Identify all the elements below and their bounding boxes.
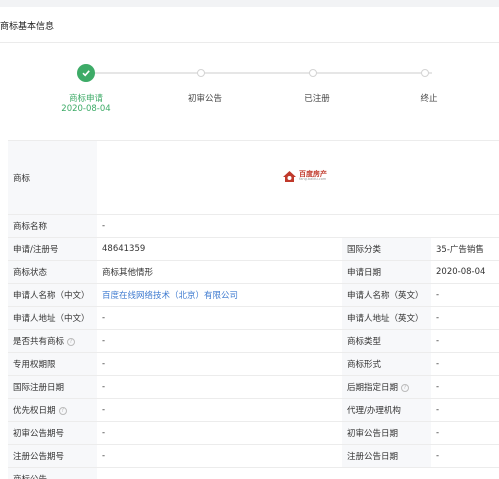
mark-type-value: - xyxy=(431,329,499,353)
title-divider xyxy=(0,42,499,43)
agent-label: 代理/办理机构 xyxy=(342,398,431,422)
progress-steps: 商标申请 2020-08-04 初审公告 已注册 终止 xyxy=(0,62,499,122)
section-title: 商标基本信息 xyxy=(0,22,55,32)
table-row: 是否共有商标? - 商标类型 - xyxy=(8,329,499,353)
agent-value: - xyxy=(431,398,499,422)
reg-pub-no-value: - xyxy=(97,444,342,468)
mark-type-label: 商标类型 xyxy=(342,329,431,353)
intl-class-label: 国际分类 xyxy=(342,237,431,261)
status-value: 商标其他情形 xyxy=(97,260,342,284)
help-icon[interactable]: ? xyxy=(67,337,76,346)
intl-class-value: 35-广告销售 xyxy=(431,237,499,261)
shared-label-text: 是否共有商标 xyxy=(13,337,65,347)
top-bar xyxy=(0,0,499,7)
exclusive-period-value: - xyxy=(97,352,342,376)
table-row: 商标名称 - xyxy=(8,214,499,238)
reg-pub-date-label: 注册公告日期 xyxy=(342,444,431,468)
help-icon[interactable]: ? xyxy=(58,406,67,415)
table-row: 商标状态 商标其他情形 申请日期 2020-08-04 xyxy=(8,260,499,284)
help-icon[interactable]: ? xyxy=(401,383,410,392)
priority-date-label: 优先权日期? xyxy=(8,398,97,422)
partial-row-value xyxy=(97,467,499,479)
address-en-label: 申请人地址（英文） xyxy=(342,306,431,330)
later-designation-label-text: 后期指定日期 xyxy=(347,383,399,393)
reg-no-value: 48641359 xyxy=(97,237,342,261)
table-row: 国际注册日期 - 后期指定日期? - xyxy=(8,375,499,399)
intl-reg-date-label: 国际注册日期 xyxy=(8,375,97,399)
exclusive-period-label: 专用权期限 xyxy=(8,352,97,376)
step-label-4: 终止 xyxy=(420,94,438,104)
mark-form-label: 商标形式 xyxy=(342,352,431,376)
applicant-cn-link[interactable]: 百度在线网络技术（北京）有限公司 xyxy=(97,283,342,307)
step-label-3: 已注册 xyxy=(304,94,330,104)
name-label: 商标名称 xyxy=(8,214,97,238)
apply-date-label: 申请日期 xyxy=(342,260,431,284)
apply-date-value: 2020-08-04 xyxy=(431,260,499,284)
priority-date-label-text: 优先权日期 xyxy=(13,406,56,416)
mark-form-value: - xyxy=(431,352,499,376)
shared-value: - xyxy=(97,329,342,353)
step-date-1: 2020-08-04 xyxy=(61,104,111,114)
house-icon xyxy=(283,170,296,182)
reg-no-label: 申请/注册号 xyxy=(8,237,97,261)
partial-row-label: 商标公告 xyxy=(8,467,97,479)
shared-label: 是否共有商标? xyxy=(8,329,97,353)
applicant-en-label: 申请人名称（英文） xyxy=(342,283,431,307)
address-cn-value: - xyxy=(97,306,342,330)
logo-subtext: fang.baidu.com xyxy=(299,176,327,181)
step-node-3 xyxy=(309,69,317,77)
prelim-no-value: - xyxy=(97,421,342,445)
step-label-1: 商标申请 xyxy=(68,94,104,104)
reg-pub-date-value: - xyxy=(431,444,499,468)
priority-date-value: - xyxy=(97,398,342,422)
table-row: 商标 百度房产 fang.baidu.com xyxy=(8,140,499,215)
mark-label: 商标 xyxy=(8,140,97,215)
table-row: 申请人地址（中文） - 申请人地址（英文） - xyxy=(8,306,499,330)
trademark-info-table: 商标 百度房产 fang.baidu.com 商标名称 - 申请/注册号 486… xyxy=(8,140,499,479)
applicant-cn-label: 申请人名称（中文） xyxy=(8,283,97,307)
table-row: 注册公告期号 - 注册公告日期 - xyxy=(8,444,499,468)
address-en-value: - xyxy=(431,306,499,330)
prelim-date-label: 初审公告日期 xyxy=(342,421,431,445)
applicant-en-value: - xyxy=(431,283,499,307)
later-designation-label: 后期指定日期? xyxy=(342,375,431,399)
table-row: 商标公告 xyxy=(8,467,499,479)
address-cn-label: 申请人地址（中文） xyxy=(8,306,97,330)
step-node-2 xyxy=(197,69,205,77)
check-icon xyxy=(77,64,95,82)
table-row: 优先权日期? - 代理/办理机构 - xyxy=(8,398,499,422)
intl-reg-date-value: - xyxy=(97,375,342,399)
table-row: 申请/注册号 48641359 国际分类 35-广告销售 xyxy=(8,237,499,261)
reg-pub-no-label: 注册公告期号 xyxy=(8,444,97,468)
status-label: 商标状态 xyxy=(8,260,97,284)
table-row: 初审公告期号 - 初审公告日期 - xyxy=(8,421,499,445)
table-row: 专用权期限 - 商标形式 - xyxy=(8,352,499,376)
trademark-logo: 百度房产 fang.baidu.com xyxy=(282,170,327,183)
progress-track xyxy=(94,72,432,74)
mark-image-cell: 百度房产 fang.baidu.com xyxy=(97,140,499,215)
step-label-2: 初审公告 xyxy=(187,94,223,104)
table-row: 申请人名称（中文） 百度在线网络技术（北京）有限公司 申请人名称（英文） - xyxy=(8,283,499,307)
later-designation-value: - xyxy=(431,375,499,399)
name-value: - xyxy=(97,214,499,238)
prelim-date-value: - xyxy=(431,421,499,445)
prelim-no-label: 初审公告期号 xyxy=(8,421,97,445)
step-node-4 xyxy=(421,69,429,77)
